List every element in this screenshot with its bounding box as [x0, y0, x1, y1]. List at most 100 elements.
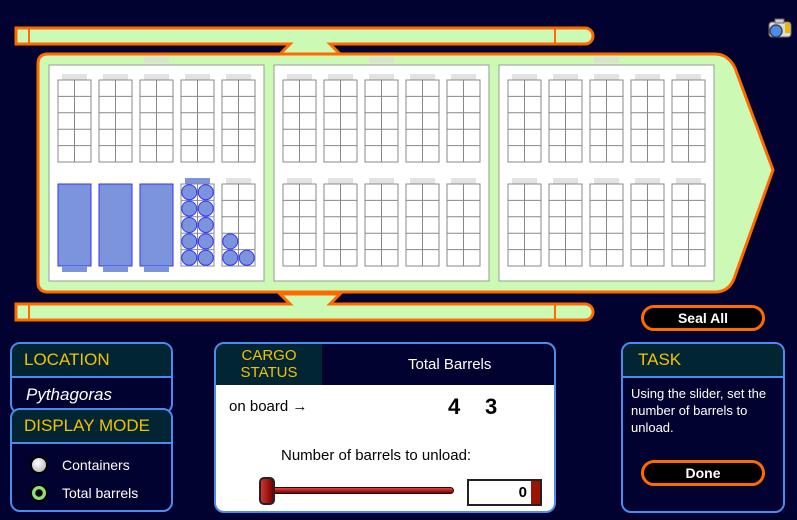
container-lid	[553, 178, 578, 184]
barrel	[181, 200, 198, 217]
location-value: Pythagoras	[26, 385, 112, 404]
bottom-rail	[14, 292, 595, 322]
barrel	[197, 233, 214, 250]
container-lid	[553, 74, 578, 80]
container[interactable]	[405, 178, 440, 267]
barrel	[197, 217, 214, 233]
container[interactable]	[180, 178, 215, 267]
container[interactable]	[630, 74, 665, 163]
barrel	[197, 200, 214, 217]
location-panel: LOCATION Pythagoras	[10, 342, 173, 414]
cargo-bay	[498, 57, 715, 282]
container[interactable]	[323, 74, 358, 163]
container[interactable]	[139, 74, 174, 163]
barrel	[222, 249, 239, 266]
location-header: LOCATION	[12, 344, 171, 378]
container[interactable]	[221, 74, 256, 163]
barrel	[197, 184, 214, 201]
container-lid	[226, 178, 251, 184]
task-panel: TASK Using the slider, set the number of…	[621, 342, 785, 513]
container-lid	[410, 178, 435, 184]
container[interactable]	[98, 183, 133, 272]
container[interactable]	[364, 178, 399, 267]
container[interactable]	[405, 74, 440, 163]
container-lid	[287, 74, 312, 80]
container[interactable]	[98, 74, 133, 163]
on-board-label: on board →	[229, 398, 308, 415]
radio-label: Containers	[62, 457, 130, 473]
display-mode-panel: DISPLAY MODE Containers Total barrels	[10, 408, 173, 512]
barrel	[181, 249, 198, 266]
cargo-bay	[273, 57, 490, 282]
container-lid	[676, 178, 701, 184]
container-lid	[676, 74, 701, 80]
container-lid	[369, 74, 394, 80]
container[interactable]	[630, 178, 665, 267]
task-text: Using the slider, set the number of barr…	[631, 386, 767, 435]
ones-digit: 3	[485, 394, 498, 419]
container[interactable]	[548, 178, 583, 267]
unload-slider-track[interactable]	[264, 487, 454, 494]
radio-label: Total barrels	[62, 485, 139, 501]
barrel	[181, 233, 198, 250]
done-button[interactable]: Done	[641, 460, 765, 486]
container[interactable]	[180, 74, 215, 163]
container[interactable]	[323, 178, 358, 267]
tens-digit: 4	[448, 394, 461, 419]
container-lid	[144, 74, 169, 80]
field-stepper[interactable]	[531, 481, 540, 504]
bay-hatch	[369, 57, 394, 63]
container-lid	[410, 74, 435, 80]
task-header: TASK	[623, 344, 783, 378]
cargo-bay	[48, 57, 265, 282]
radio-selected-icon	[30, 484, 48, 502]
unload-value: 0	[518, 484, 527, 501]
container[interactable]	[671, 178, 706, 267]
container-lid	[594, 178, 619, 184]
container-lid	[185, 178, 210, 184]
container[interactable]	[589, 74, 624, 163]
container-lid	[226, 74, 251, 80]
container-lid	[185, 74, 210, 80]
container-lid	[62, 266, 87, 272]
container[interactable]	[221, 178, 256, 267]
container-lid	[328, 74, 353, 80]
container-lid	[635, 178, 660, 184]
container-lid	[369, 178, 394, 184]
container[interactable]	[364, 74, 399, 163]
barrel	[238, 249, 255, 266]
container[interactable]	[139, 183, 174, 272]
container[interactable]	[446, 178, 481, 267]
container-lid	[594, 74, 619, 80]
seal-all-button[interactable]: Seal All	[641, 305, 765, 331]
radio-total-barrels[interactable]: Total barrels	[30, 482, 171, 504]
ship-diagram	[14, 26, 775, 322]
container[interactable]	[446, 74, 481, 163]
display-mode-header: DISPLAY MODE	[12, 410, 171, 444]
container-lid	[103, 266, 128, 272]
unload-label: Number of barrels to unload:	[281, 447, 472, 464]
container[interactable]	[507, 178, 542, 267]
top-rail	[14, 26, 595, 56]
container-lid	[451, 178, 476, 184]
container[interactable]	[282, 74, 317, 163]
container[interactable]	[548, 74, 583, 163]
container[interactable]	[57, 183, 92, 272]
radio-containers[interactable]: Containers	[30, 454, 171, 476]
unload-value-field[interactable]: 0	[467, 479, 542, 506]
container[interactable]	[589, 178, 624, 267]
radio-unselected-icon	[30, 456, 48, 474]
container-lid	[144, 266, 169, 272]
container[interactable]	[282, 178, 317, 267]
barrel	[181, 217, 198, 233]
container-lid	[512, 178, 537, 184]
bay-hatch	[144, 57, 169, 63]
unload-slider-thumb[interactable]	[259, 477, 275, 505]
container[interactable]	[507, 74, 542, 163]
container[interactable]	[57, 74, 92, 163]
container-lid	[62, 74, 87, 80]
cargo-status-header: CARGO STATUS	[216, 344, 322, 385]
camera-icon[interactable]	[767, 17, 793, 39]
container[interactable]	[671, 74, 706, 163]
total-barrels-header: Total Barrels	[408, 356, 492, 373]
